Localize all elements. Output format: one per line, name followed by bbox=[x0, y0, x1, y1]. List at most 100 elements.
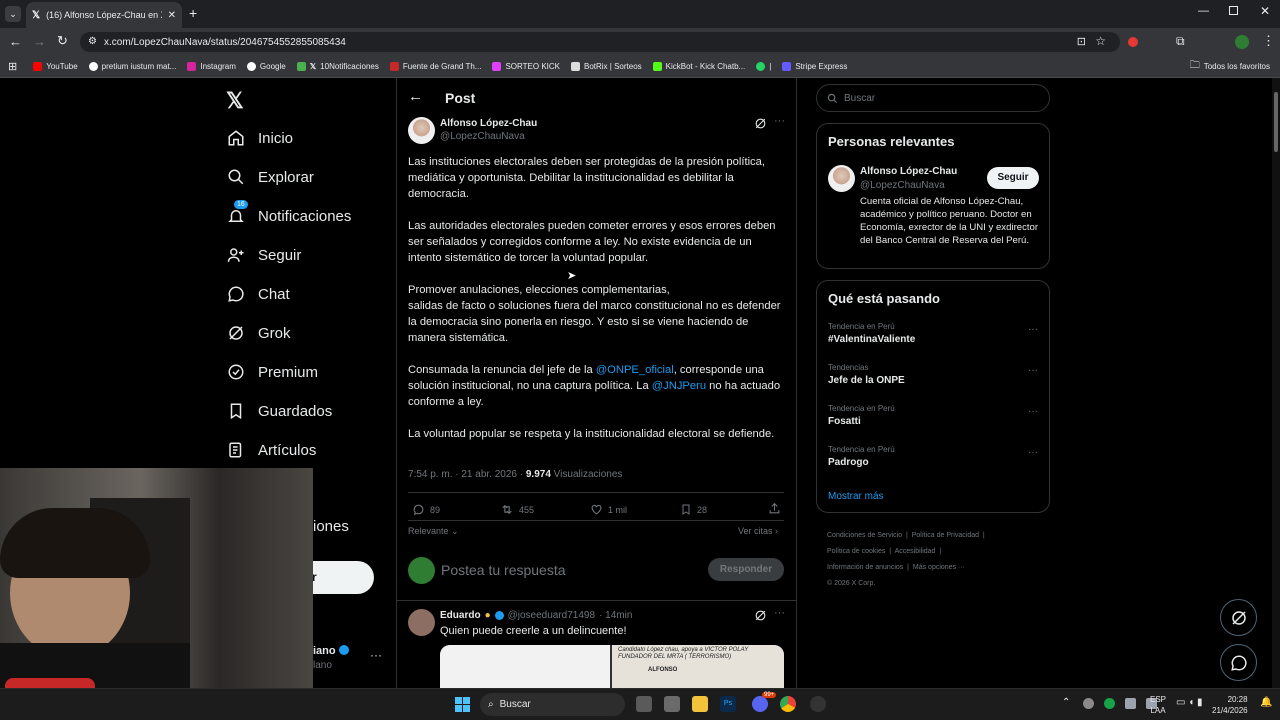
task-view-icon[interactable] bbox=[636, 696, 652, 712]
mention-jnj[interactable]: @JNJPeru bbox=[652, 380, 706, 392]
all-bookmarks[interactable]: 🗀 Todos los favoritos bbox=[1190, 58, 1270, 75]
share-icon[interactable] bbox=[768, 502, 781, 515]
search-box[interactable]: Buscar bbox=[816, 84, 1050, 112]
bookmark-stripe[interactable]: Stripe Express bbox=[782, 62, 847, 71]
nav-articulos[interactable]: Artículos bbox=[226, 440, 316, 460]
extensions-puzzle-icon[interactable]: ⧉ bbox=[1176, 34, 1185, 49]
maximize-button[interactable] bbox=[1229, 6, 1238, 15]
nav-chat[interactable]: Chat bbox=[226, 284, 290, 304]
footer-link[interactable]: Más opciones ··· bbox=[913, 564, 965, 571]
nav-premium[interactable]: Premium bbox=[226, 362, 318, 382]
page-scrollbar[interactable] bbox=[1272, 78, 1280, 688]
view-quotes-link[interactable]: Ver citas › bbox=[738, 526, 778, 536]
trend-item[interactable]: Tendencias Jefe de la ONPE ··· bbox=[828, 363, 1038, 386]
nav-grok[interactable]: Grok bbox=[226, 323, 291, 343]
follow-button[interactable]: Seguir bbox=[987, 167, 1039, 189]
chrome-icon[interactable] bbox=[780, 696, 796, 712]
tab-list-button[interactable]: ⌄ bbox=[5, 6, 21, 22]
bookmark-x-notifications[interactable]: 𝕏 10Notificaciones bbox=[296, 62, 379, 71]
app-icon[interactable] bbox=[664, 696, 680, 712]
reply-input[interactable]: Postea tu respuesta bbox=[441, 562, 566, 578]
nav-guardados[interactable]: Guardados bbox=[226, 401, 332, 421]
trend-more-icon[interactable]: ··· bbox=[1028, 406, 1038, 417]
trend-more-icon[interactable]: ··· bbox=[1028, 365, 1038, 376]
trend-more-icon[interactable]: ··· bbox=[1028, 324, 1038, 335]
close-window-button[interactable]: ✕ bbox=[1260, 4, 1270, 18]
photoshop-icon[interactable]: Ps bbox=[720, 696, 736, 712]
person-handle[interactable]: @LopezChauNava bbox=[860, 180, 945, 191]
reply-media-image[interactable]: Candidato López chau, apoya a VICTOR POL… bbox=[440, 645, 784, 688]
discord-icon[interactable] bbox=[752, 696, 768, 712]
bookmark-botrix[interactable]: BotRix | Sorteos bbox=[570, 62, 642, 71]
bookmark-instagram[interactable]: Instagram bbox=[187, 62, 236, 71]
nav-inicio[interactable]: Inicio bbox=[226, 128, 293, 148]
profile-avatar[interactable] bbox=[1235, 35, 1249, 49]
trend-item[interactable]: Tendencia en Perú Padrogo ··· bbox=[828, 445, 1038, 468]
like-action[interactable]: 1 mil bbox=[590, 503, 627, 516]
back-arrow-icon[interactable]: ← bbox=[408, 88, 423, 105]
obs-icon[interactable] bbox=[810, 696, 826, 712]
reply-handle[interactable]: @joseeduard71498 bbox=[508, 610, 595, 621]
reply-author-name[interactable]: Eduardo bbox=[440, 610, 481, 621]
forward-arrow-icon[interactable]: → bbox=[33, 34, 46, 49]
notification-center-icon[interactable]: 🔔 bbox=[1260, 697, 1272, 708]
nav-explorar[interactable]: Explorar bbox=[226, 167, 314, 187]
file-explorer-icon[interactable] bbox=[692, 696, 708, 712]
author-name[interactable]: Alfonso López-Chau bbox=[440, 118, 537, 129]
minimize-button[interactable]: — bbox=[1198, 5, 1209, 17]
footer-link[interactable]: Condiciones de Servicio bbox=[827, 532, 902, 539]
nav-notificaciones[interactable]: 16 Notificaciones bbox=[226, 200, 351, 226]
browser-menu-icon[interactable]: ⋮ bbox=[1262, 33, 1275, 49]
new-tab-button[interactable]: + bbox=[189, 5, 197, 21]
tray-chevron-icon[interactable]: ⌃ bbox=[1062, 697, 1070, 708]
person-avatar[interactable] bbox=[828, 165, 855, 192]
app-tray-icon[interactable] bbox=[1104, 698, 1115, 709]
reload-icon[interactable]: ↻ bbox=[57, 33, 68, 49]
repost-action[interactable]: 455 bbox=[500, 503, 534, 516]
trend-item[interactable]: Tendencia en Perú #ValentinaValiente ··· bbox=[828, 322, 1038, 345]
trend-more-icon[interactable]: ··· bbox=[1028, 447, 1038, 458]
nav-seguir[interactable]: Seguir bbox=[226, 245, 301, 265]
reply-grok-icon[interactable] bbox=[754, 609, 767, 622]
bookmark-google[interactable]: Google bbox=[246, 62, 286, 71]
sort-dropdown[interactable]: Relevante ⌄ bbox=[408, 526, 459, 537]
reply-action[interactable]: 89 bbox=[412, 503, 440, 516]
bookmark-kickbot[interactable]: KickBot - Kick Chatb... bbox=[652, 62, 745, 71]
bookmark-action[interactable]: 28 bbox=[680, 503, 707, 516]
nav-more-partial[interactable]: iones bbox=[313, 518, 349, 535]
grok-float-button[interactable] bbox=[1220, 599, 1257, 636]
author-handle[interactable]: @LopezChauNava bbox=[440, 131, 525, 142]
site-info-icon[interactable]: ⚙ bbox=[88, 36, 97, 47]
reply-avatar[interactable] bbox=[408, 609, 435, 636]
bookmark-star-icon[interactable]: ☆ bbox=[1095, 34, 1106, 48]
onedrive-icon[interactable] bbox=[1083, 698, 1094, 709]
clock[interactable]: 20:28 21/4/2026 bbox=[1212, 694, 1248, 716]
post-more-icon[interactable]: ··· bbox=[774, 115, 785, 127]
bookmark-whatsapp[interactable]: | bbox=[756, 62, 771, 71]
apps-grid-icon[interactable]: ⊞ bbox=[8, 60, 17, 73]
bookmark-youtube[interactable]: YouTube bbox=[33, 62, 78, 71]
mention-onpe[interactable]: @ONPE_oficial bbox=[596, 364, 674, 376]
taskbar-search[interactable]: ⌕ Buscar bbox=[480, 693, 625, 716]
bookmark-pretium[interactable]: pretium iustum mat... bbox=[88, 62, 176, 71]
reply-button[interactable]: Responder bbox=[708, 558, 784, 581]
network-volume-icons[interactable]: ▭ ◖ ▮ bbox=[1176, 697, 1203, 708]
browser-tab-active[interactable]: 𝕏 (16) Alfonso López-Chau en X: ✕ bbox=[26, 2, 182, 28]
windows-start-icon[interactable] bbox=[455, 697, 470, 712]
close-tab-icon[interactable]: ✕ bbox=[168, 10, 176, 21]
scrollbar-thumb[interactable] bbox=[1274, 92, 1278, 152]
language-indicator[interactable]: ESP LAA bbox=[1150, 694, 1166, 716]
show-more-link[interactable]: Mostrar más bbox=[828, 491, 884, 502]
footer-link[interactable]: Accesibilidad bbox=[895, 548, 936, 555]
back-arrow-icon[interactable]: ← bbox=[9, 34, 22, 49]
footer-link[interactable]: Información de anuncios bbox=[827, 564, 903, 571]
reply-more-icon[interactable]: ··· bbox=[774, 607, 785, 619]
extension-icons[interactable] bbox=[1128, 37, 1138, 47]
address-bar[interactable]: ⚙ x.com/LopezChauNava/status/20467545528… bbox=[80, 32, 1120, 52]
bookmark-grand-theft[interactable]: Fuente de Grand Th... bbox=[389, 62, 481, 71]
account-name-partial[interactable]: iano bbox=[313, 645, 349, 657]
footer-link[interactable]: Política de Privacidad bbox=[912, 532, 979, 539]
trend-item[interactable]: Tendencia en Perú Fosatti ··· bbox=[828, 404, 1038, 427]
x-logo-icon[interactable]: 𝕏 bbox=[226, 88, 244, 114]
chat-float-button[interactable] bbox=[1220, 644, 1257, 681]
